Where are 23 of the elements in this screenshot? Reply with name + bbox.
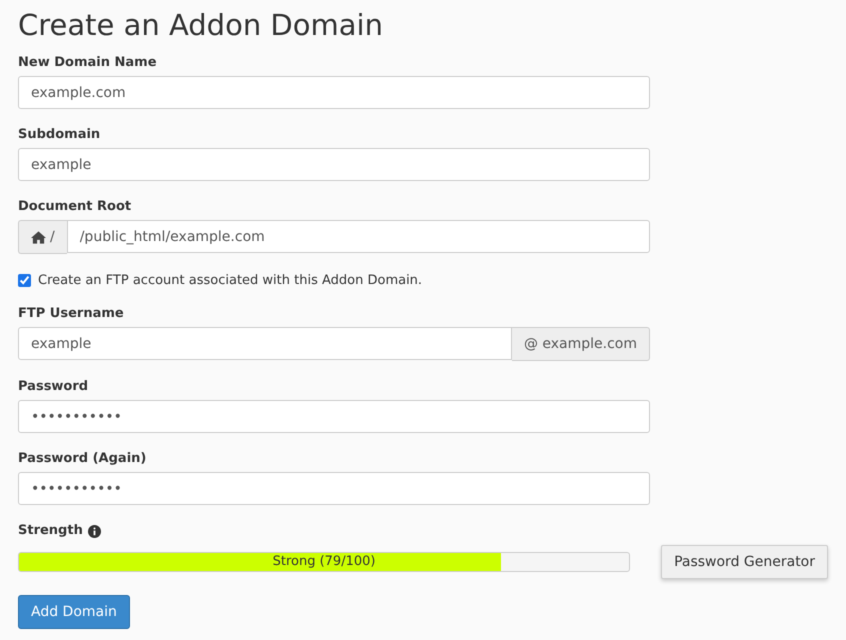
page-title: Create an Addon Domain	[18, 8, 384, 43]
field-label: Subdomain	[18, 127, 102, 143]
add-domain-button[interactable]: Add Domain	[18, 595, 130, 629]
field-label: Password	[18, 379, 90, 395]
input-field[interactable]: •••••••••••	[18, 472, 650, 505]
checkbox[interactable]	[18, 274, 31, 286]
password-generator-button[interactable]: Password Generator	[661, 545, 828, 579]
strength-reading: Strong (79/100)	[272, 553, 376, 571]
input-field[interactable]: •••••••••••	[18, 400, 650, 433]
field-label: Password (Again)	[18, 451, 148, 467]
prefix-text: /	[50, 229, 55, 245]
info-icon	[88, 524, 101, 538]
checkbox-label: Create an FTP account associated with this Addon Domain.	[38, 272, 422, 288]
input-field[interactable]: example.com	[18, 76, 650, 109]
field-label: Strength	[18, 523, 83, 539]
field-label: Document Root	[18, 199, 132, 215]
input-field[interactable]: example	[18, 148, 650, 181]
input-field[interactable]: example	[18, 327, 512, 360]
domain-suffix: @ example.com	[512, 327, 650, 361]
field-label: FTP Username	[18, 306, 125, 322]
input-field[interactable]: /public_html/example.com	[66, 220, 650, 253]
home-icon	[31, 230, 46, 244]
field-label: New Domain Name	[18, 55, 158, 71]
